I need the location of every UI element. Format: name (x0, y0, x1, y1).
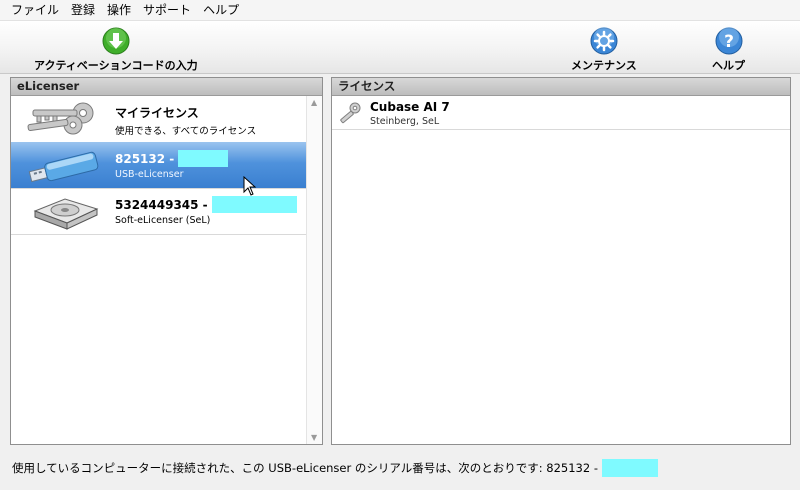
elicenser-panel-header: eLicenser (11, 78, 322, 96)
menu-operation[interactable]: 操作 (101, 0, 137, 20)
item-subtitle: USB-eLicenser (115, 169, 184, 180)
elicenser-panel: eLicenser マイライセンス 使用できる、すべてのライセンス 825132… (10, 77, 323, 445)
item-subtitle: 使用できる、すべてのライセンス (115, 126, 257, 137)
scroll-down-arrow-icon[interactable]: ▼ (311, 433, 317, 442)
license-panel-header: ライセンス (332, 78, 790, 96)
menu-register[interactable]: 登録 (65, 0, 101, 20)
scroll-up-arrow-icon[interactable]: ▲ (311, 98, 317, 107)
help-button[interactable]: ? ヘルプ (712, 27, 745, 73)
menu-help[interactable]: ヘルプ (197, 0, 245, 20)
key-icon (339, 102, 361, 124)
license-subtitle: Steinberg, SeL (370, 116, 440, 127)
activation-code-button[interactable]: アクティベーションコードの入力 (34, 27, 198, 73)
license-item-cubase[interactable]: Cubase AI 7 Steinberg, SeL (332, 96, 790, 130)
keys-icon (25, 101, 105, 139)
svg-text:?: ? (724, 32, 734, 52)
gear-icon (590, 27, 618, 55)
license-title: Cubase AI 7 (370, 100, 450, 114)
item-subtitle: Soft-eLicenser (SeL) (115, 215, 211, 226)
vertical-scrollbar[interactable]: ▲ ▼ (306, 96, 322, 444)
toolbar: アクティベーションコードの入力 メンテナンス ? ヘルプ (0, 21, 800, 74)
redaction-box (211, 196, 297, 213)
license-panel: ライセンス Cubase AI 7 Steinberg, SeL (331, 77, 791, 445)
status-bar: 使用しているコンピューターに接続された、この USB-eLicenser のシリ… (12, 459, 658, 477)
menu-file[interactable]: ファイル (5, 0, 65, 20)
item-title: マイライセンス (115, 106, 199, 120)
question-mark-icon: ? (715, 27, 743, 55)
redaction-box (602, 459, 658, 477)
activation-code-label: アクティベーションコードの入力 (34, 59, 198, 72)
menu-bar: ファイル 登録 操作 サポート ヘルプ (0, 0, 800, 21)
list-item-my-licenses[interactable]: マイライセンス 使用できる、すべてのライセンス (11, 96, 306, 143)
item-title: 825132 - (115, 150, 229, 167)
hard-drive-icon (25, 193, 105, 231)
maintenance-button[interactable]: メンテナンス (571, 27, 637, 73)
soft-serial-text: 5324449345 - (115, 198, 208, 212)
list-item-soft-elicenser[interactable]: 5324449345 - Soft-eLicenser (SeL) (11, 188, 306, 235)
usb-stick-icon (25, 147, 105, 185)
redaction-box (178, 150, 229, 167)
list-item-usb-elicenser[interactable]: 825132 - USB-eLicenser (11, 142, 306, 189)
usb-serial-text: 825132 - (115, 152, 175, 166)
menu-support[interactable]: サポート (137, 0, 197, 20)
item-title: 5324449345 - (115, 196, 297, 213)
mouse-cursor-icon (243, 175, 257, 196)
status-text: 使用しているコンピューターに接続された、この USB-eLicenser のシリ… (12, 461, 598, 475)
help-label: ヘルプ (712, 59, 745, 72)
maintenance-label: メンテナンス (571, 59, 637, 72)
download-arrow-icon (102, 27, 130, 55)
